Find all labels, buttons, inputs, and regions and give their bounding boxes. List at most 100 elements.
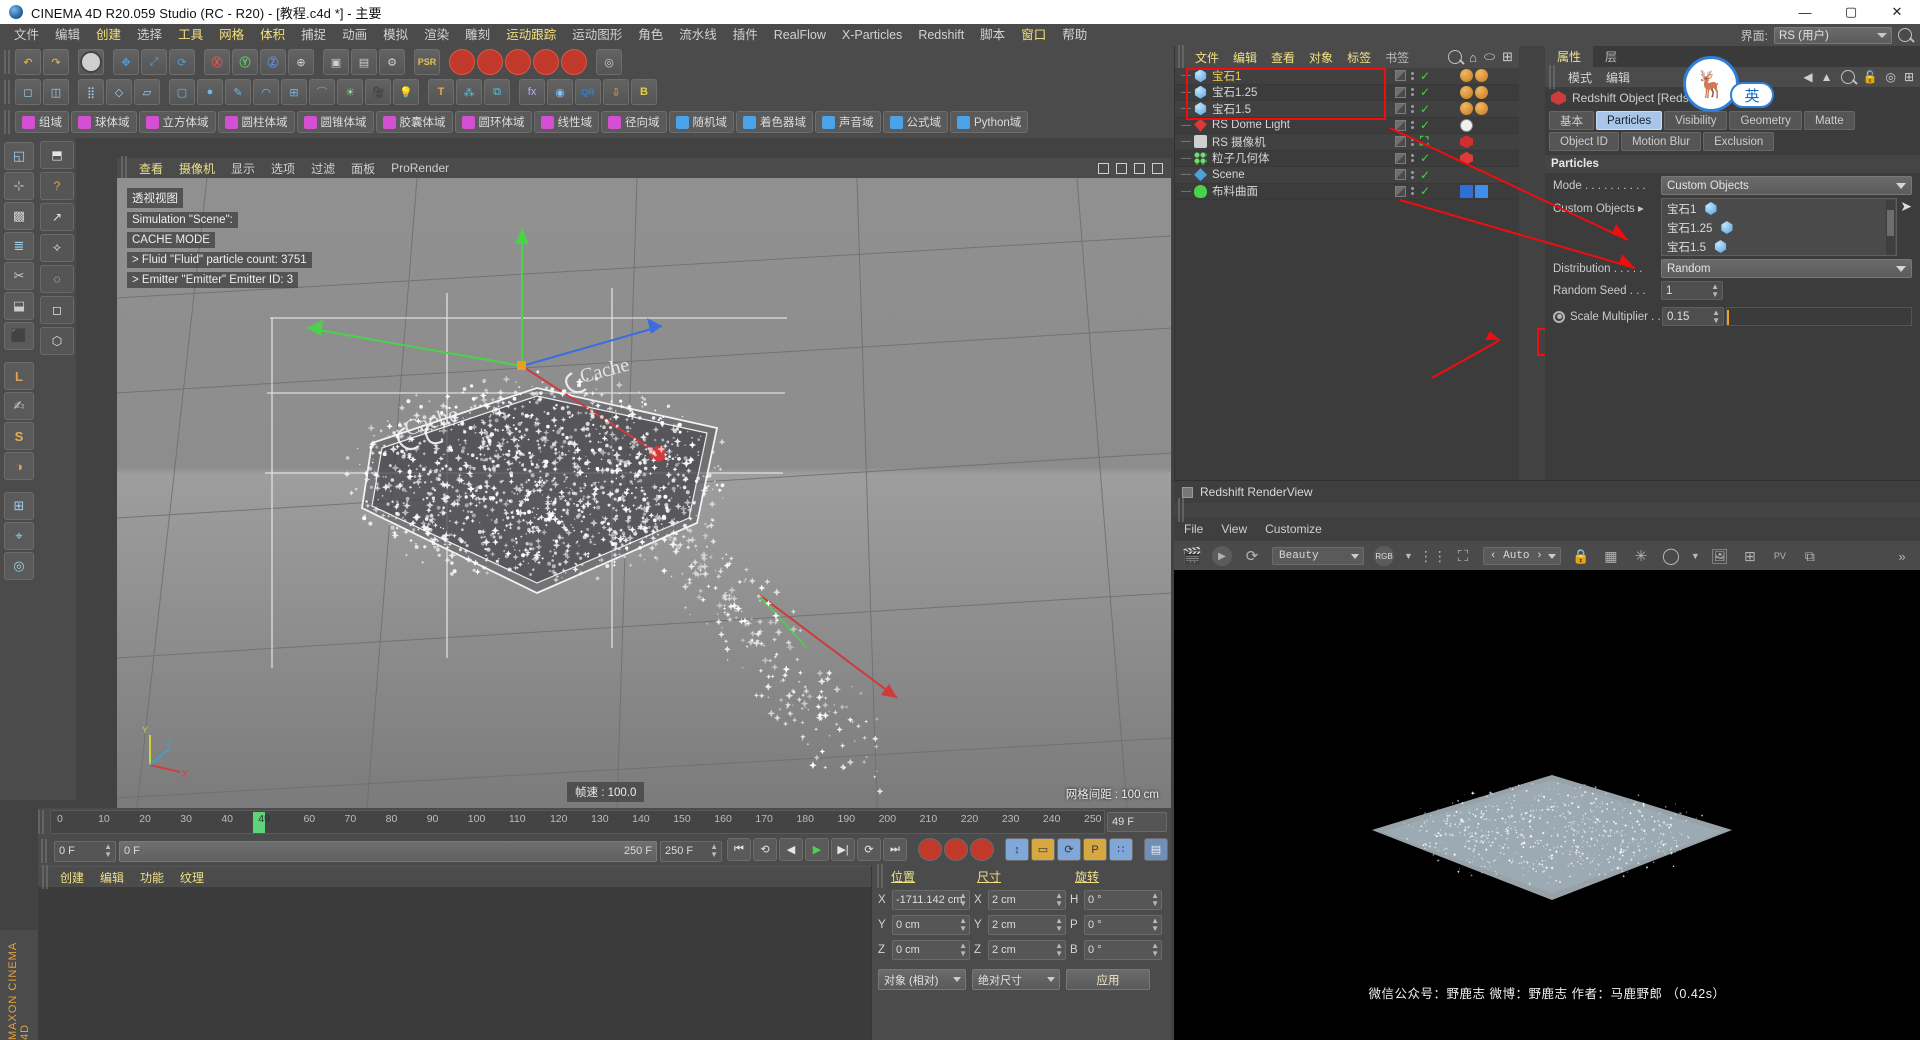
edge-mode-button[interactable]: ◇ xyxy=(106,79,132,105)
camera-button[interactable]: 🎥 xyxy=(365,79,391,105)
key-pla-button[interactable]: ∷ xyxy=(1109,838,1133,861)
menu-item-11[interactable]: 雕刻 xyxy=(457,24,498,46)
axis-y-lock-button[interactable]: Ⓨ xyxy=(232,49,258,75)
interface-select[interactable]: RS (用户) xyxy=(1774,27,1892,44)
field-button-11[interactable]: 声音域 xyxy=(815,111,881,133)
spinner-arrows-icon[interactable]: ▲▼ xyxy=(1151,917,1159,933)
bundle-button[interactable]: B xyxy=(631,79,657,105)
attribute-page-tab-0[interactable]: 基本 xyxy=(1549,111,1594,130)
rs-extra-button[interactable]: ◎ xyxy=(596,49,622,75)
spinner-arrows-icon[interactable]: ▲▼ xyxy=(1151,942,1159,958)
object-row-1[interactable]: —宝石1.25✓ xyxy=(1175,85,1519,102)
maximize-button[interactable]: ▢ xyxy=(1828,0,1874,24)
world-object-coord-button[interactable]: ⊕ xyxy=(288,49,314,75)
bend-deformer-button[interactable]: ⌒ xyxy=(309,79,335,105)
spinner-arrows-icon[interactable]: ▲▼ xyxy=(959,917,967,933)
scale-multiplier-radio[interactable] xyxy=(1553,311,1565,323)
tool-slot-6[interactable]: ◻ xyxy=(40,296,74,324)
text-tool-button[interactable]: T xyxy=(428,79,454,105)
field-button-10[interactable]: 着色器域 xyxy=(736,111,813,133)
menu-item-21[interactable]: 窗口 xyxy=(1013,24,1054,46)
rs-obj-tag-icon[interactable] xyxy=(1460,152,1473,165)
coordinates-rotation-input-2[interactable]: 0 °▲▼ xyxy=(1084,940,1162,960)
blue-tag-icon[interactable] xyxy=(1460,185,1473,198)
material-menu-2[interactable]: 功能 xyxy=(132,869,172,886)
environment-button[interactable]: ☀ xyxy=(337,79,363,105)
render-region-button[interactable]: ▤ xyxy=(351,49,377,75)
snap-tool[interactable]: ⌖ xyxy=(4,522,34,550)
distribution-select[interactable]: Random xyxy=(1661,259,1912,278)
move-tool-button[interactable]: ✥ xyxy=(113,49,139,75)
up-nav-icon[interactable]: ▲ xyxy=(1821,70,1833,84)
object-row-7[interactable]: —布料曲面✓ xyxy=(1175,184,1519,201)
aov-select[interactable]: Beauty xyxy=(1272,547,1364,565)
visibility-dots-icon[interactable] xyxy=(1411,72,1415,80)
mode-select[interactable]: Custom Objects xyxy=(1661,176,1912,195)
lock-ratio-icon[interactable]: 🔒 xyxy=(1571,546,1591,566)
editor-visibility-icon[interactable] xyxy=(1395,103,1406,114)
visibility-dots-icon[interactable] xyxy=(1411,154,1415,162)
clapperboard-icon[interactable]: 🎬 xyxy=(1182,546,1202,566)
tool-slot-1[interactable]: ⬒ xyxy=(40,141,74,169)
menu-item-13[interactable]: 运动图形 xyxy=(564,24,630,46)
attribute-grip[interactable] xyxy=(1549,65,1556,89)
redo-button[interactable]: ↷ xyxy=(43,49,69,75)
object-enabled-icon[interactable]: ✓ xyxy=(1420,118,1430,132)
zoom-icon[interactable] xyxy=(1116,163,1127,174)
menu-item-0[interactable]: 文件 xyxy=(6,24,47,46)
field-button-9[interactable]: 随机域 xyxy=(669,111,735,133)
cam-tag-tag-icon[interactable] xyxy=(1460,135,1473,148)
editor-visibility-icon[interactable] xyxy=(1395,136,1406,147)
attribute-menu-0[interactable]: 模式 xyxy=(1561,69,1599,86)
key-position-button[interactable]: ↕ xyxy=(1005,838,1029,861)
coordinates-position-input-2[interactable]: 0 cm▲▼ xyxy=(892,940,970,960)
spinner-arrows-icon[interactable]: ▲▼ xyxy=(104,843,112,859)
field-button-0[interactable]: 组域 xyxy=(15,111,69,133)
menu-item-10[interactable]: 渲染 xyxy=(416,24,457,46)
object-menu-0[interactable]: 文件 xyxy=(1188,49,1226,66)
orange-dot-tag-icon[interactable] xyxy=(1460,69,1473,82)
menu-item-9[interactable]: 模拟 xyxy=(375,24,416,46)
key-param-button[interactable]: P xyxy=(1083,838,1107,861)
spinner-arrows-icon-seed[interactable]: ▲▼ xyxy=(1711,283,1719,299)
visibility-dots-icon[interactable] xyxy=(1411,171,1415,179)
spinner-arrows-icon[interactable]: ▲▼ xyxy=(1151,892,1159,908)
renderview-grip[interactable] xyxy=(1178,498,1185,522)
orange-dot-tag-icon[interactable] xyxy=(1475,69,1488,82)
renderview-menu-1[interactable]: View xyxy=(1221,522,1247,536)
visibility-dots-icon[interactable] xyxy=(1411,105,1415,113)
field-button-13[interactable]: Python域 xyxy=(950,111,1028,133)
spline-pen-button[interactable]: ✎ xyxy=(225,79,251,105)
object-row-0[interactable]: —宝石1✓ xyxy=(1175,68,1519,85)
menu-item-3[interactable]: 选择 xyxy=(129,24,170,46)
attribute-menu-1[interactable]: 编辑 xyxy=(1599,69,1637,86)
object-enabled-icon[interactable]: ⛶ xyxy=(1420,134,1428,149)
editor-visibility-icon[interactable] xyxy=(1395,120,1406,131)
close-button[interactable]: ✕ xyxy=(1874,0,1920,24)
field-button-6[interactable]: 圆环体域 xyxy=(455,111,532,133)
attribute-page-tab-2[interactable]: Visibility xyxy=(1664,111,1727,130)
live-selection-tool[interactable]: ◱ xyxy=(4,142,34,170)
menu-item-16[interactable]: 插件 xyxy=(725,24,766,46)
timeline-start-field[interactable]: 0 F ▲▼ xyxy=(54,841,116,862)
object-enabled-icon[interactable]: ✓ xyxy=(1420,184,1430,198)
field-button-1[interactable]: 球体域 xyxy=(71,111,137,133)
object-row-6[interactable]: —Scene✓ xyxy=(1175,167,1519,184)
object-visibility-toggles-0[interactable]: ✓ xyxy=(1395,69,1430,83)
knife-tool[interactable]: ✂ xyxy=(4,262,34,290)
coordinates-mode-select[interactable]: 对象 (相对) xyxy=(878,969,966,990)
menu-item-19[interactable]: Redshift xyxy=(910,24,972,46)
search-icon-om[interactable] xyxy=(1448,50,1462,64)
back-nav-icon[interactable]: ◀ xyxy=(1803,70,1812,84)
move-tool-left[interactable]: ⊹ xyxy=(4,172,34,200)
record-key-button[interactable] xyxy=(918,838,942,861)
pixel-grid-icon[interactable]: ⋮⋮ xyxy=(1423,546,1443,566)
scale-tool-button[interactable]: ⤢ xyxy=(141,49,167,75)
coordinates-size-input-1[interactable]: 2 cm▲▼ xyxy=(988,915,1066,935)
toolbar-grip-3[interactable] xyxy=(4,110,11,134)
rs-render-settings-button[interactable] xyxy=(505,49,531,75)
polygon-mode-button[interactable]: ▱ xyxy=(134,79,160,105)
viewport-menu-3[interactable]: 选项 xyxy=(263,160,303,177)
chevron-down-icon-circle[interactable]: ▼ xyxy=(1691,551,1700,561)
field-button-8[interactable]: 径向域 xyxy=(601,111,667,133)
